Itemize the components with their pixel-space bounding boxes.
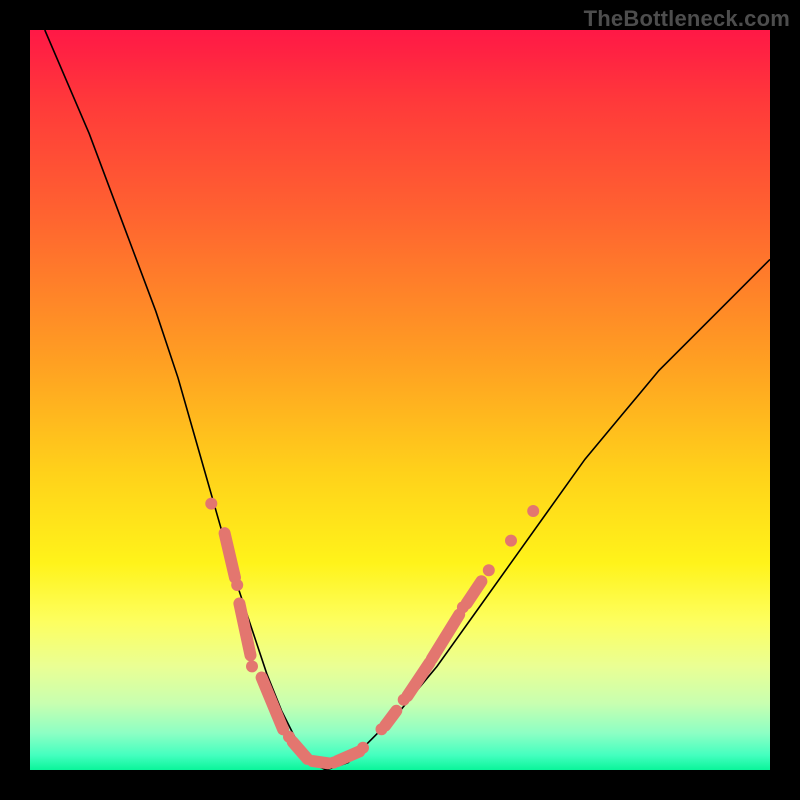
marker-dot (231, 579, 243, 591)
marker-bar (337, 752, 359, 762)
marker-bar (225, 533, 235, 577)
marker-bar (385, 711, 396, 726)
marker-bar (293, 742, 308, 759)
chart-svg (30, 30, 770, 770)
plot-area (30, 30, 770, 770)
marker-bar (239, 604, 250, 656)
marker-bar (432, 615, 459, 659)
watermark-label: TheBottleneck.com (584, 6, 790, 32)
marker-dot (205, 498, 217, 510)
marker-dot (527, 505, 539, 517)
chart-frame: TheBottleneck.com (0, 0, 800, 800)
marker-dot (246, 660, 258, 672)
marker-dot (505, 535, 517, 547)
bottleneck-curve (45, 30, 770, 770)
marker-dot (357, 742, 369, 754)
marker-layer (205, 498, 539, 769)
marker-dot (483, 564, 495, 576)
marker-bar (313, 761, 329, 763)
marker-bar (467, 581, 482, 603)
marker-bar (262, 678, 284, 730)
